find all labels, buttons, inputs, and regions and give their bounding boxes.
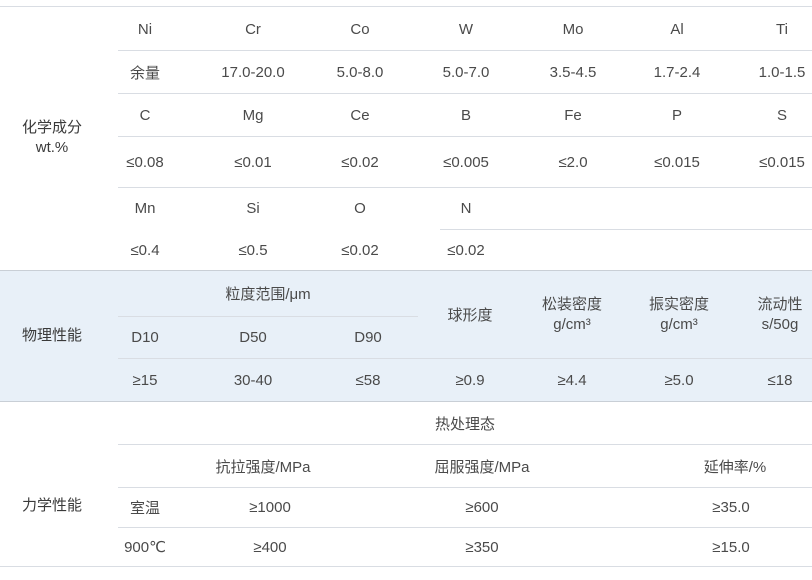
condition-label: 室温: [129, 500, 160, 517]
properties-table: 化学成分 wt.% Ni Cr Co W Mo Al Ti 余量 17.0-20…: [0, 0, 812, 580]
element-name: B: [460, 106, 471, 124]
element-name: N: [460, 200, 472, 217]
bulk-density-unit: g/cm³: [553, 315, 591, 333]
bulk-density-title: 松装密度: [541, 295, 602, 313]
element-value: ≤0.02: [447, 241, 485, 259]
d10-header: D10: [131, 329, 159, 346]
tap-density-header: 振实密度 g/cm³: [627, 271, 731, 358]
element-name: Mo: [562, 20, 584, 38]
yield-value: ≥600: [465, 499, 499, 516]
yield-value: ≥350: [465, 538, 499, 556]
element-value: ≤0.01: [234, 153, 272, 171]
chemistry-section-label: 化学成分 wt.%: [0, 6, 104, 270]
tensile-value: ≥1000: [249, 499, 291, 516]
element-value: ≤0.08: [126, 153, 164, 171]
element-value: ≤0.5: [238, 241, 268, 259]
physical-section-label: 物理性能: [21, 327, 82, 344]
tensile-value: ≥400: [253, 538, 287, 556]
d50-header: D50: [239, 329, 267, 346]
element-name: Fe: [564, 106, 582, 124]
tap-density-title: 振实密度: [648, 295, 709, 313]
element-value: 5.0-8.0: [336, 63, 384, 81]
element-value: 余量: [129, 64, 160, 82]
element-name: Mg: [242, 106, 264, 124]
element-value: ≤0.005: [443, 153, 489, 171]
element-value: 5.0-7.0: [442, 63, 490, 81]
bulk-density-header: 松装密度 g/cm³: [520, 271, 624, 358]
table-bottom-border: [0, 566, 812, 567]
d10-value: ≥15: [132, 371, 158, 389]
chemistry-label-unit: wt.%: [35, 139, 69, 156]
element-value: 17.0-20.0: [221, 63, 285, 81]
element-value: ≤0.4: [130, 241, 160, 259]
element-value: ≤0.02: [341, 153, 379, 171]
d90-header: D90: [354, 329, 382, 346]
element-name: Mn: [134, 200, 156, 217]
element-name: Co: [350, 20, 370, 38]
element-name: O: [354, 200, 366, 217]
element-name: Al: [670, 20, 684, 38]
chemistry-label-title: 化学成分: [21, 119, 82, 136]
heat-treatment-header: 热处理态: [434, 415, 495, 433]
sphericity-value: ≥0.9: [455, 371, 485, 389]
element-name: Cr: [245, 20, 261, 38]
elongation-header: 延伸率/%: [703, 458, 767, 476]
mechanical-section-label: 力学性能: [21, 497, 82, 514]
element-name: Ce: [350, 106, 370, 124]
condition-label: 900℃: [124, 539, 166, 556]
d50-value: 30-40: [233, 371, 273, 389]
table-top-border: [0, 6, 812, 7]
flowability-unit: s/50g: [761, 315, 799, 333]
elongation-value: ≥35.0: [712, 499, 750, 516]
element-value: ≤2.0: [558, 153, 588, 171]
tensile-strength-header: 抗拉强度/MPa: [215, 458, 311, 476]
tap-density-value: ≥5.0: [664, 371, 694, 389]
element-value: 1.0-1.5: [758, 63, 806, 81]
particle-range-header: 粒度范围/μm: [225, 286, 311, 303]
element-name: W: [458, 20, 474, 38]
element-value: ≤0.015: [759, 153, 805, 171]
d90-value: ≤58: [355, 371, 381, 389]
flowability-value: ≤18: [767, 371, 793, 389]
bulk-density-value: ≥4.4: [557, 371, 587, 389]
element-name: P: [671, 106, 682, 124]
element-name: Ti: [776, 20, 788, 38]
flowability-title: 流动性: [757, 295, 803, 313]
elongation-value: ≥15.0: [712, 538, 750, 556]
yield-strength-header: 屈服强度/MPa: [434, 458, 530, 476]
sphericity-header: 球形度: [447, 307, 493, 324]
element-value: 1.7-2.4: [653, 63, 701, 81]
element-value: 3.5-4.5: [549, 63, 597, 81]
element-value: ≤0.02: [341, 241, 379, 259]
element-name: S: [776, 106, 787, 124]
element-name: Si: [246, 200, 260, 217]
element-name: C: [139, 106, 151, 124]
flowability-header: 流动性 s/50g: [748, 271, 812, 358]
element-value: ≤0.015: [654, 153, 700, 171]
tap-density-unit: g/cm³: [660, 315, 698, 333]
element-name: Ni: [137, 20, 153, 38]
